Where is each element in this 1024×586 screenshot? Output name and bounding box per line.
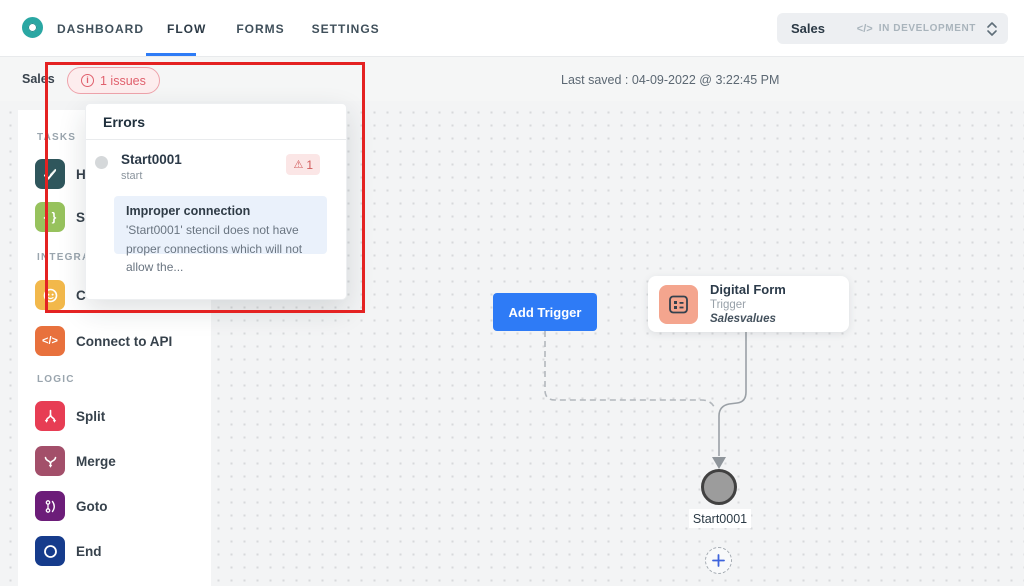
start-node-label: Start0001 <box>689 509 751 528</box>
workspace-status: IN DEVELOPMENT <box>879 23 976 34</box>
braces-icon: { } <box>35 202 65 232</box>
stencil-item-script[interactable]: { } S <box>35 202 85 232</box>
error-node-name: Start0001 <box>121 152 182 167</box>
solid-connector <box>719 331 746 456</box>
arrowhead <box>712 457 726 469</box>
code-icon: </> <box>35 326 65 356</box>
top-nav-bar: DASHBOARD FLOW FORMS SETTINGS Sales </> … <box>0 0 1024 57</box>
start-node <box>703 471 736 504</box>
warning-count-badge: ⚠ 1 <box>286 154 320 175</box>
stencil-label: Merge <box>76 454 116 469</box>
flow-name-label: Sales <box>22 72 55 86</box>
stencil-label: S <box>76 210 85 225</box>
warning-count: 1 <box>306 158 313 172</box>
stencil-item-split[interactable]: Split <box>35 401 105 431</box>
merge-icon <box>35 446 65 476</box>
stencil-item-goto[interactable]: Goto <box>35 491 108 521</box>
error-item-row[interactable]: Start0001 start ⚠ 1 <box>86 152 346 186</box>
nav-tab-settings[interactable]: SETTINGS <box>312 22 380 36</box>
stencil-label: Connect to API <box>76 334 172 349</box>
chat-icon <box>35 280 65 310</box>
flow-toolbar: Sales 1 issues Last saved : 04-09-2022 @… <box>0 57 1024 101</box>
app-logo-icon <box>22 17 43 38</box>
stencil-item-merge[interactable]: Merge <box>35 446 116 476</box>
section-label-logic: LOGIC <box>37 374 75 385</box>
section-label-integrations: INTEGRA <box>37 252 90 263</box>
stencil-item-end[interactable]: End <box>35 536 102 566</box>
add-trigger-button[interactable]: Add Trigger <box>493 293 597 331</box>
stencil-item-chat[interactable]: C <box>35 280 86 310</box>
plus-icon <box>712 554 725 567</box>
error-detail-card[interactable]: Improper connection 'Start0001' stencil … <box>114 196 327 254</box>
nav-tab-flow[interactable]: FLOW <box>167 22 206 36</box>
code-icon: </> <box>857 23 873 35</box>
stencil-label: Split <box>76 409 105 424</box>
last-saved-timestamp: Last saved : 04-09-2022 @ 3:22:45 PM <box>561 73 779 87</box>
active-tab-underline <box>146 53 196 56</box>
task-check-icon <box>35 159 65 189</box>
nav-tab-forms[interactable]: FORMS <box>236 22 284 36</box>
errors-popup-title: Errors <box>86 104 346 140</box>
section-label-tasks: TASKS <box>37 132 76 143</box>
workspace-name: Sales <box>791 21 825 36</box>
main-nav: DASHBOARD FLOW FORMS SETTINGS <box>57 0 380 57</box>
error-detail-title: Improper connection <box>126 204 317 218</box>
trigger-card-subtitle: Trigger <box>710 298 786 312</box>
issues-button[interactable]: 1 issues <box>67 67 160 94</box>
trigger-card[interactable]: Digital Form Trigger Salesvalues <box>648 276 849 332</box>
workspace-selector[interactable]: Sales </> IN DEVELOPMENT <box>777 13 1008 44</box>
add-node-button[interactable] <box>705 547 732 574</box>
node-status-dot-icon <box>95 156 108 169</box>
info-icon <box>81 74 94 87</box>
trigger-card-title: Digital Form <box>710 282 786 298</box>
split-icon <box>35 401 65 431</box>
chevron-up-down-icon <box>986 21 998 37</box>
nav-tab-dashboard[interactable]: DASHBOARD <box>57 22 144 36</box>
end-icon <box>35 536 65 566</box>
trigger-card-form-name: Salesvalues <box>710 312 786 326</box>
errors-popup: Errors Start0001 start ⚠ 1 Improper conn… <box>85 103 347 300</box>
issues-count-label: 1 issues <box>100 74 146 88</box>
warning-icon: ⚠ <box>293 158 303 171</box>
stencil-item-human-task[interactable]: H <box>35 159 86 189</box>
error-detail-message: 'Start0001' stencil does not have proper… <box>126 221 317 277</box>
digital-form-icon <box>659 285 698 324</box>
goto-icon <box>35 491 65 521</box>
stencil-label: Goto <box>76 499 108 514</box>
stencil-label: End <box>76 544 102 559</box>
error-node-type: start <box>121 170 142 182</box>
dashed-connector <box>545 331 715 409</box>
stencil-item-connect-to-api[interactable]: </> Connect to API <box>35 326 172 356</box>
